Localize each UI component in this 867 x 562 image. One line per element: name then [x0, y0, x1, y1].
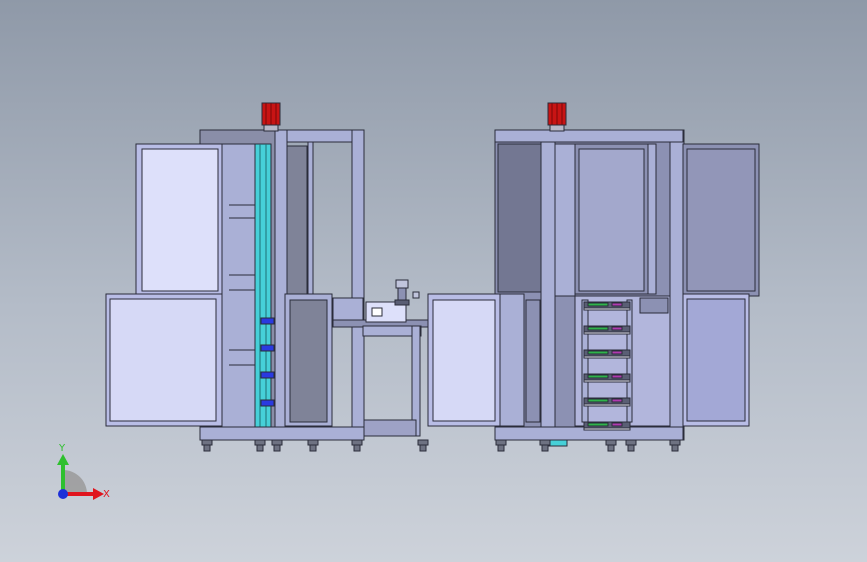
cad-viewport[interactable]: Y X	[0, 0, 867, 562]
right-front-door-glass	[432, 299, 496, 422]
motor-icon	[261, 102, 281, 132]
conveyor-base	[363, 419, 417, 437]
tray	[583, 301, 631, 311]
left-lift-rail	[254, 143, 272, 440]
left-rear-panel	[286, 145, 308, 295]
tray	[583, 421, 631, 431]
left-front-lower-door-glass	[289, 299, 328, 423]
left-upper-door-glass	[141, 148, 219, 292]
x-axis-label: X	[103, 489, 110, 500]
motor-icon	[547, 102, 567, 132]
left-sensor	[260, 399, 275, 407]
left-lower-door-glass	[109, 298, 217, 422]
right-frame-post	[669, 129, 685, 441]
tray	[583, 349, 631, 359]
left-sensor	[260, 344, 275, 352]
tray	[583, 397, 631, 407]
y-axis-label: Y	[58, 443, 66, 454]
right-rear-panel	[497, 143, 543, 293]
left-frame-post	[351, 129, 365, 441]
left-sensor	[260, 317, 275, 325]
rack-header	[639, 297, 669, 314]
tray	[583, 325, 631, 335]
left-frame-bottom-beam	[199, 426, 365, 441]
right-frame-post	[540, 129, 556, 441]
left-frame-top-beam	[274, 129, 365, 143]
left-inner-column	[221, 143, 256, 435]
right-frame-top-beam	[494, 129, 684, 143]
z-axis-dot	[58, 489, 68, 499]
tray	[583, 373, 631, 383]
left-sensor	[260, 371, 275, 379]
